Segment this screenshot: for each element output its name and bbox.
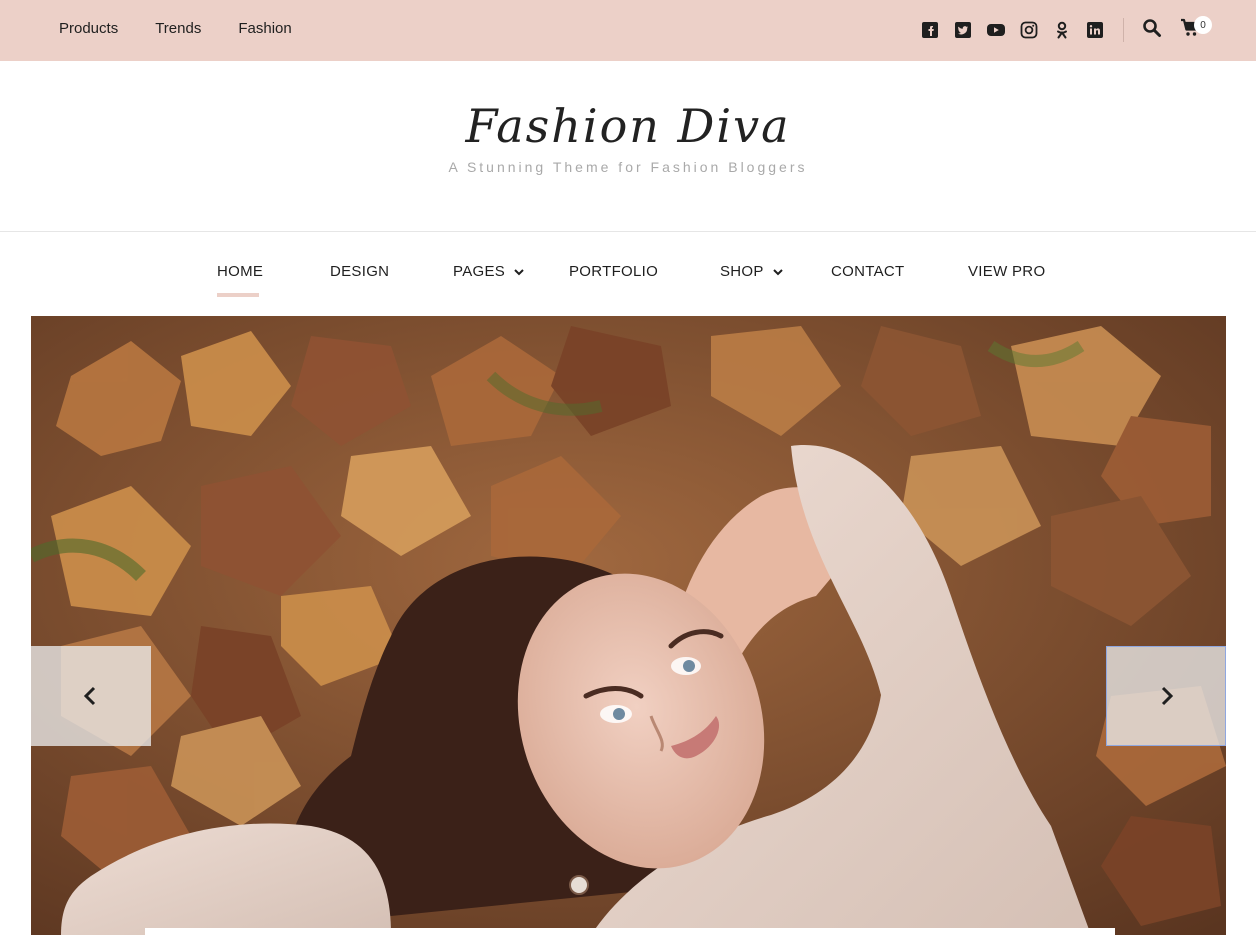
nav-active-underline — [217, 293, 259, 297]
site-header: Fashion Diva A Stunning Theme for Fashio… — [0, 61, 1256, 232]
youtube-icon[interactable] — [986, 20, 1006, 40]
nav-label: PORTFOLIO — [569, 263, 659, 280]
topbar-divider — [1123, 18, 1124, 42]
chevron-left-icon — [83, 686, 96, 706]
slide-caption-box — [145, 928, 1115, 935]
nav-item-contact[interactable]: CONTACT — [831, 263, 904, 280]
cart-count-badge: 0 — [1194, 16, 1212, 34]
facebook-icon[interactable] — [920, 20, 940, 40]
slider-next-button[interactable] — [1106, 646, 1226, 746]
nav-label: HOME — [217, 263, 264, 280]
nav-item-pages[interactable]: PAGES — [453, 263, 525, 280]
top-link-trends[interactable]: Trends — [155, 20, 201, 37]
nav-label: VIEW PRO — [968, 263, 1046, 280]
nav-label: PAGES — [453, 263, 506, 280]
hero-slide-image — [31, 316, 1226, 935]
nav-item-design[interactable]: DESIGN — [330, 263, 389, 280]
social-links — [920, 20, 1118, 40]
chevron-down-icon — [514, 268, 524, 275]
top-bar: Products Trends Fashion 0 — [0, 0, 1256, 61]
search-icon[interactable] — [1142, 18, 1162, 38]
linkedin-icon[interactable] — [1085, 20, 1105, 40]
top-links: Products Trends Fashion — [59, 20, 329, 37]
top-link-fashion[interactable]: Fashion — [238, 20, 291, 37]
top-link-products[interactable]: Products — [59, 20, 118, 37]
main-nav: HOME DESIGN PAGES PORTFOLIO SHOP CONTACT… — [0, 232, 1256, 316]
nav-item-view-pro[interactable]: VIEW PRO — [968, 263, 1045, 280]
site-tagline: A Stunning Theme for Fashion Bloggers — [448, 159, 808, 175]
nav-label: CONTACT — [831, 263, 905, 280]
site-title[interactable]: Fashion Diva — [0, 99, 1256, 153]
slider-prev-button[interactable] — [31, 646, 151, 746]
chevron-down-icon — [773, 268, 783, 275]
twitter-icon[interactable] — [953, 20, 973, 40]
chevron-right-icon — [1161, 686, 1174, 706]
odnoklassniki-icon[interactable] — [1052, 20, 1072, 40]
nav-item-portfolio[interactable]: PORTFOLIO — [569, 263, 658, 280]
nav-item-home[interactable]: HOME — [217, 263, 263, 280]
hero-slider — [31, 316, 1226, 935]
nav-label: DESIGN — [330, 263, 390, 280]
instagram-icon[interactable] — [1019, 20, 1039, 40]
nav-item-shop[interactable]: SHOP — [720, 263, 784, 280]
nav-label: SHOP — [720, 263, 764, 280]
